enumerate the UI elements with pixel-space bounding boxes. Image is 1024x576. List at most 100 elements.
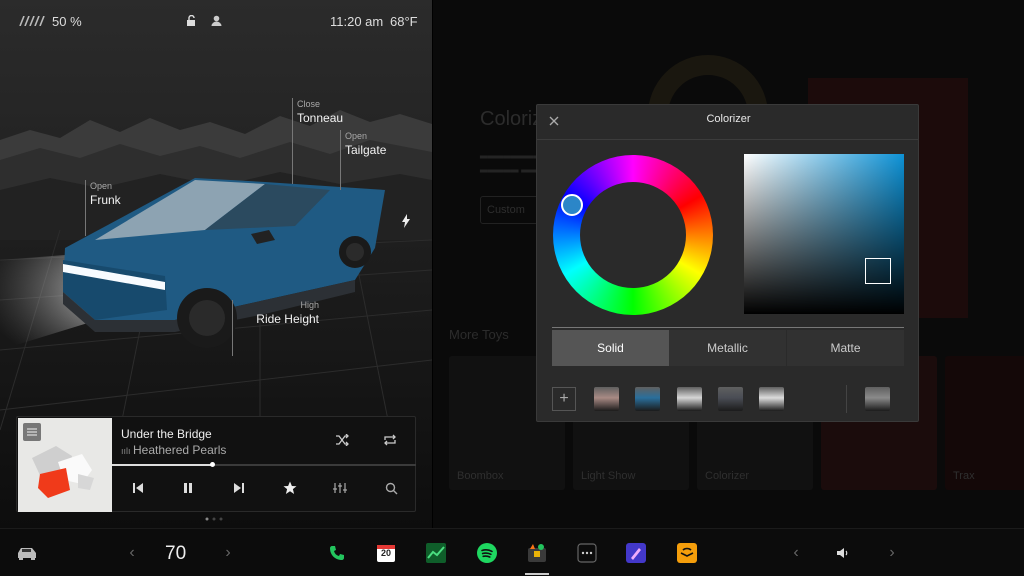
more-icon (577, 543, 597, 563)
tab-metallic[interactable]: Metallic (669, 330, 786, 366)
pause-icon (184, 483, 192, 493)
tab-matte[interactable]: Matte (787, 330, 904, 366)
title-divider (537, 139, 918, 140)
charge-port-icon[interactable] (401, 214, 411, 228)
swatch-white[interactable] (759, 387, 784, 411)
progress-track[interactable] (112, 462, 416, 467)
ride-height-callout[interactable]: High Ride Height (255, 300, 319, 326)
clock: 11:20 am (330, 14, 384, 29)
bg-tile-label: Boombox (457, 470, 504, 482)
tailgate-callout[interactable]: Open Tailgate (345, 131, 386, 157)
waveform-icon: ıılı (121, 446, 134, 456)
stocks-icon (426, 543, 446, 563)
tonneau-action: Close (297, 99, 321, 109)
repeat-button[interactable] (379, 429, 401, 451)
hue-wheel[interactable] (553, 155, 713, 315)
stocks-app-button[interactable] (425, 541, 447, 565)
dialog-title: Colorizer (706, 113, 751, 125)
phone-app-button[interactable] (326, 541, 348, 565)
vehicle-panel: 50 % 11:20 am 68°F Close Tonneau Open Ta… (0, 0, 432, 528)
ride-height-action: High (300, 300, 319, 310)
volume-up-button[interactable]: › (884, 541, 900, 565)
equalizer-button[interactable] (329, 477, 351, 499)
equalizer-icon (333, 483, 347, 493)
progress-knob[interactable] (210, 462, 216, 467)
ride-height-label: Ride Height (256, 312, 319, 326)
volume-button[interactable] (834, 541, 854, 565)
spotify-app-button[interactable] (476, 541, 498, 565)
frunk-action: Open (90, 181, 113, 191)
bg-more-toys-heading: More Toys (449, 327, 509, 342)
bg-tile-label: Light Show (581, 470, 636, 482)
frunk-callout-line (85, 180, 86, 236)
sketchpad-icon (626, 543, 646, 563)
colorizer-dialog: Colorizer Solid Metallic Matte + (536, 104, 919, 422)
shuffle-icon (336, 434, 349, 446)
shuffle-button[interactable] (331, 429, 353, 451)
star-icon (283, 481, 297, 494)
swatch-blue-metallic[interactable] (635, 387, 660, 411)
bg-tile-label: Trax (953, 470, 975, 482)
media-player-card: Under the Bridge ıılı Heathered Pearls (16, 416, 416, 512)
search-icon (385, 482, 397, 494)
speed-readout: 70 (165, 543, 187, 564)
calendar-app-button[interactable]: 20 (375, 541, 397, 565)
tonneau-callout[interactable]: Close Tonneau (297, 99, 343, 125)
song-title: Under the Bridge (121, 427, 212, 441)
color-handle[interactable] (865, 258, 891, 284)
audible-icon (677, 543, 697, 563)
car-button[interactable] (14, 541, 40, 565)
artist-row: ıılı Heathered Pearls (121, 443, 226, 457)
previous-track-button[interactable] (127, 477, 149, 499)
unlocked-icon[interactable] (186, 15, 197, 26)
frunk-label: Frunk (90, 193, 121, 207)
bg-tile-label: Colorizer (705, 470, 750, 482)
temp-down-button[interactable]: ‹ (124, 541, 140, 565)
more-apps-button[interactable] (576, 541, 598, 565)
bg-tile-trax: Trax (945, 356, 1024, 490)
frunk-callout[interactable]: Open Frunk (90, 181, 121, 207)
next-icon (234, 483, 244, 493)
album-art[interactable] (18, 418, 112, 512)
search-button[interactable] (380, 477, 402, 499)
swatch-separator (846, 385, 847, 413)
tailgate-callout-line (340, 130, 341, 190)
spotify-icon (477, 543, 497, 563)
tonneau-label: Tonneau (297, 111, 344, 125)
chevron-right-icon: › (225, 544, 231, 561)
tab-solid[interactable]: Solid (552, 330, 669, 366)
battery-icon (19, 16, 45, 26)
favorite-button[interactable] (279, 477, 301, 499)
speaker-icon (837, 548, 848, 558)
toybox-app-button[interactable] (525, 541, 549, 565)
saturation-brightness-picker[interactable] (744, 154, 904, 314)
calendar-day: 20 (380, 548, 391, 558)
finish-tabs-divider (552, 327, 904, 328)
hue-handle[interactable] (561, 194, 583, 216)
add-swatch-button[interactable]: + (552, 387, 576, 411)
chevron-left-icon: ‹ (129, 544, 135, 561)
hue-wheel-center (580, 182, 686, 288)
taskbar: ‹ 70 › 20 ‹ › (0, 528, 1024, 576)
toybox-icon (528, 544, 546, 562)
driver-profile-icon[interactable] (211, 15, 222, 26)
next-track-button[interactable] (228, 477, 250, 499)
audible-app-button[interactable] (676, 541, 698, 565)
saved-swatch-steel[interactable] (865, 387, 890, 411)
swatch-rose-metallic[interactable] (594, 387, 619, 411)
queue-icon[interactable] (23, 423, 41, 441)
sketchpad-app-button[interactable] (625, 541, 647, 565)
ride-height-callout-line (232, 300, 233, 356)
battery-percentage: 50 % (52, 14, 82, 29)
temp-up-button[interactable]: › (220, 541, 236, 565)
volume-down-button[interactable]: ‹ (788, 541, 804, 565)
tonneau-callout-line (292, 98, 293, 184)
active-app-indicator (525, 573, 549, 575)
car-icon (18, 548, 36, 560)
outside-temperature: 68°F (390, 14, 418, 29)
swatch-silver[interactable] (677, 387, 702, 411)
phone-icon (330, 546, 344, 560)
previous-icon (133, 483, 143, 493)
swatch-graphite[interactable] (718, 387, 743, 411)
pause-button[interactable] (177, 477, 199, 499)
